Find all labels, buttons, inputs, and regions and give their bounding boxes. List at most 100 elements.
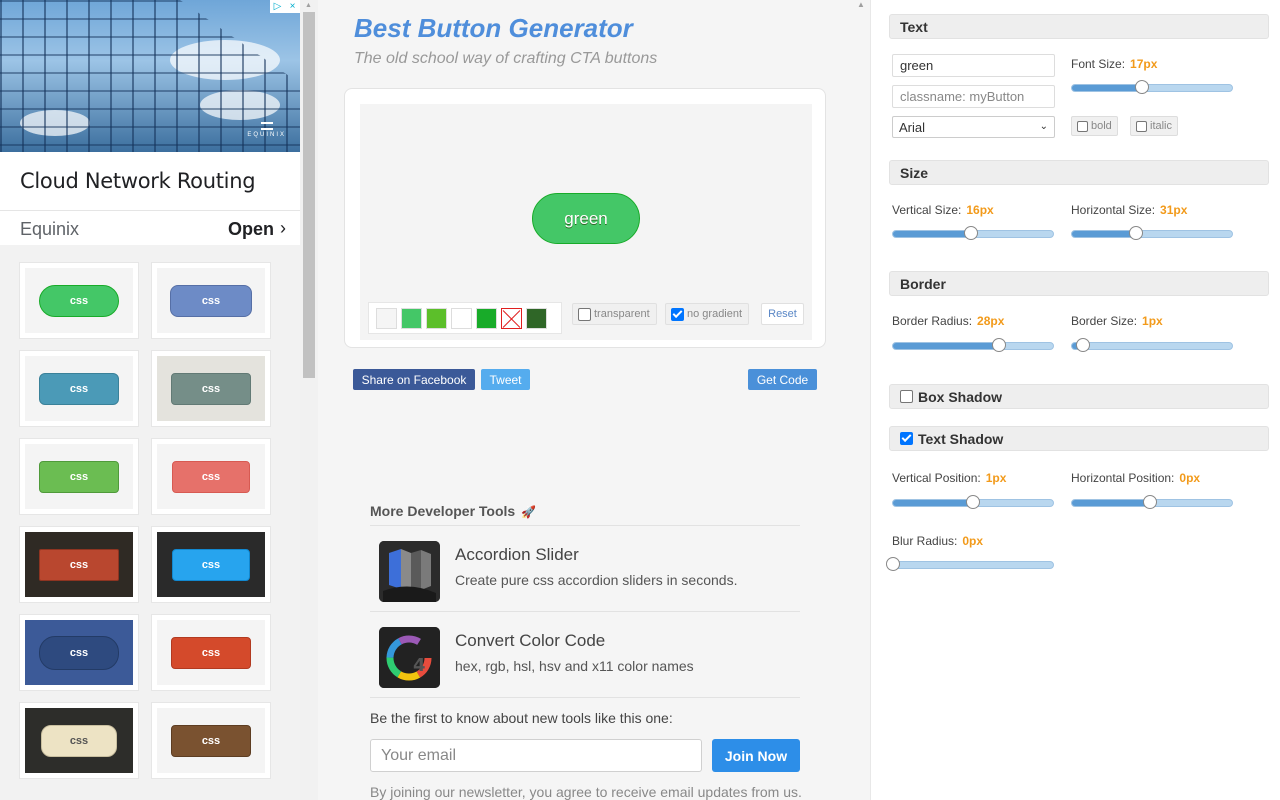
italic-checkbox[interactable] <box>1136 120 1147 132</box>
color-swatch[interactable] <box>451 307 472 329</box>
slider-handle[interactable] <box>886 557 900 571</box>
text-shadow-checkbox[interactable] <box>900 432 913 445</box>
preset-card[interactable]: css <box>151 350 271 427</box>
preset-card[interactable]: css <box>19 350 139 427</box>
slider-handle[interactable] <box>991 338 1006 352</box>
slider-handle[interactable] <box>966 495 980 509</box>
join-now-button[interactable]: Join Now <box>712 739 800 772</box>
share-facebook-button[interactable]: Share on Facebook <box>353 369 475 390</box>
section-title: Size <box>900 164 929 181</box>
box-shadow-checkbox[interactable] <box>900 390 913 403</box>
reset-button[interactable]: Reset <box>761 303 804 325</box>
ad-open-button[interactable]: Open <box>228 219 274 240</box>
tool-name[interactable]: Convert Color Code <box>455 631 605 651</box>
border-size-slider[interactable] <box>1071 338 1233 352</box>
email-field[interactable] <box>370 739 702 772</box>
font-size-label: Font Size: 17px <box>1071 57 1158 71</box>
classname-field[interactable] <box>892 85 1055 108</box>
blur-radius-slider[interactable] <box>886 557 1054 571</box>
preset-card[interactable]: css <box>151 614 271 691</box>
section-title: Text Shadow <box>918 430 1004 447</box>
page-title: Best Button Generator <box>354 13 633 43</box>
preset-card[interactable]: css <box>151 438 271 515</box>
vertical-size-slider[interactable] <box>892 226 1054 240</box>
slider-handle[interactable] <box>1076 338 1091 352</box>
preview-button[interactable]: green <box>532 193 640 244</box>
preset-button[interactable]: css <box>172 460 250 493</box>
preset-card[interactable]: css <box>19 262 139 339</box>
advertisement[interactable]: EQUINIX ▷ × Cloud Network Routing Equini… <box>0 0 300 245</box>
preset-card[interactable]: css <box>19 614 139 691</box>
ad-footer[interactable]: Equinix Open › <box>0 210 300 245</box>
scroll-up-icon[interactable]: ▲ <box>305 2 312 9</box>
tweet-button[interactable]: Tweet <box>481 369 530 390</box>
chevron-right-icon: › <box>280 218 286 238</box>
horizontal-size-label: Horizontal Size: 31px <box>1071 203 1188 217</box>
preset-button[interactable]: css <box>39 635 119 670</box>
font-family-select[interactable]: Arial ⌄ <box>892 116 1055 138</box>
slider-handle[interactable] <box>1129 226 1143 240</box>
no-gradient-checkbox[interactable] <box>671 307 684 321</box>
preset-card[interactable]: css <box>151 702 271 779</box>
bold-checkbox[interactable] <box>1077 120 1088 132</box>
preset-button[interactable]: css <box>39 372 119 405</box>
preset-card[interactable]: css <box>19 702 139 779</box>
preset-button[interactable]: css <box>41 724 117 757</box>
ad-choices[interactable]: ▷ × <box>270 0 300 13</box>
scrollbar-thumb[interactable] <box>303 12 315 378</box>
more-tools-heading: More Developer Tools 🚀 <box>370 503 800 525</box>
color-swatch[interactable] <box>476 307 497 329</box>
ad-close-icon[interactable]: × <box>285 0 300 13</box>
section-title: Box Shadow <box>918 388 1003 405</box>
transparent-label: transparent <box>594 308 650 320</box>
no-gradient-toggle[interactable]: no gradient <box>665 303 750 325</box>
text-shadow-vertical-slider[interactable] <box>892 495 1054 509</box>
left-scrollbar[interactable]: ▲ <box>300 0 318 800</box>
transparent-toggle[interactable]: transparent <box>572 303 657 325</box>
bold-label: bold <box>1091 120 1112 132</box>
adchoices-icon[interactable]: ▷ <box>270 0 285 13</box>
italic-toggle[interactable]: italic <box>1130 116 1179 136</box>
color-swatch[interactable] <box>401 307 422 329</box>
tool-item-accordion-slider[interactable]: Accordion Slider Create pure css accordi… <box>370 525 800 611</box>
color-swatch[interactable] <box>376 307 397 329</box>
transparent-checkbox[interactable] <box>578 307 591 321</box>
tool-item-convert-color-code[interactable]: 4 Convert Color Code hex, rgb, hsl, hsv … <box>370 611 800 697</box>
preset-button[interactable]: css <box>172 548 250 581</box>
preset-card[interactable]: css <box>151 262 271 339</box>
button-text-field[interactable] <box>892 54 1055 77</box>
color-swatch[interactable] <box>526 307 547 329</box>
preset-button[interactable]: css <box>171 724 251 757</box>
get-code-button[interactable]: Get Code <box>748 369 817 390</box>
preset-button[interactable]: css <box>39 460 119 493</box>
preset-button[interactable]: css <box>39 548 119 581</box>
ad-image[interactable]: EQUINIX ▷ × <box>0 0 300 152</box>
text-shadow-horizontal-slider[interactable] <box>1071 495 1233 509</box>
preset-card[interactable]: css <box>19 438 139 515</box>
slider-handle[interactable] <box>1135 80 1150 94</box>
preset-button[interactable]: css <box>171 372 251 405</box>
bold-toggle[interactable]: bold <box>1071 116 1118 136</box>
scroll-up-icon[interactable]: ▲ <box>857 0 865 9</box>
color-swatch[interactable] <box>426 307 447 329</box>
preset-card[interactable]: css <box>19 526 139 603</box>
font-size-slider[interactable] <box>1071 80 1233 94</box>
border-radius-slider[interactable] <box>892 338 1054 352</box>
slider-handle[interactable] <box>1143 495 1158 509</box>
preset-button[interactable]: css <box>170 284 252 317</box>
slider-handle[interactable] <box>964 226 979 240</box>
text-shadow-section-header[interactable]: Text Shadow <box>889 426 1269 451</box>
preset-button[interactable]: css <box>171 636 251 669</box>
ad-headline[interactable]: Cloud Network Routing <box>20 169 256 193</box>
preset-card[interactable]: css <box>151 526 271 603</box>
swatch-none[interactable] <box>501 307 522 329</box>
main-scrollbar[interactable]: ▲ <box>853 0 870 800</box>
tool-name[interactable]: Accordion Slider <box>455 545 579 565</box>
font-size-value: 17px <box>1130 57 1158 71</box>
horizontal-size-slider[interactable] <box>1071 226 1233 240</box>
box-shadow-section-header[interactable]: Box Shadow <box>889 384 1269 409</box>
accordion-slider-icon[interactable] <box>379 541 440 602</box>
border-size-label: Border Size: 1px <box>1071 314 1163 328</box>
preset-button[interactable]: css <box>39 284 119 317</box>
color-code-icon[interactable]: 4 <box>379 627 440 688</box>
